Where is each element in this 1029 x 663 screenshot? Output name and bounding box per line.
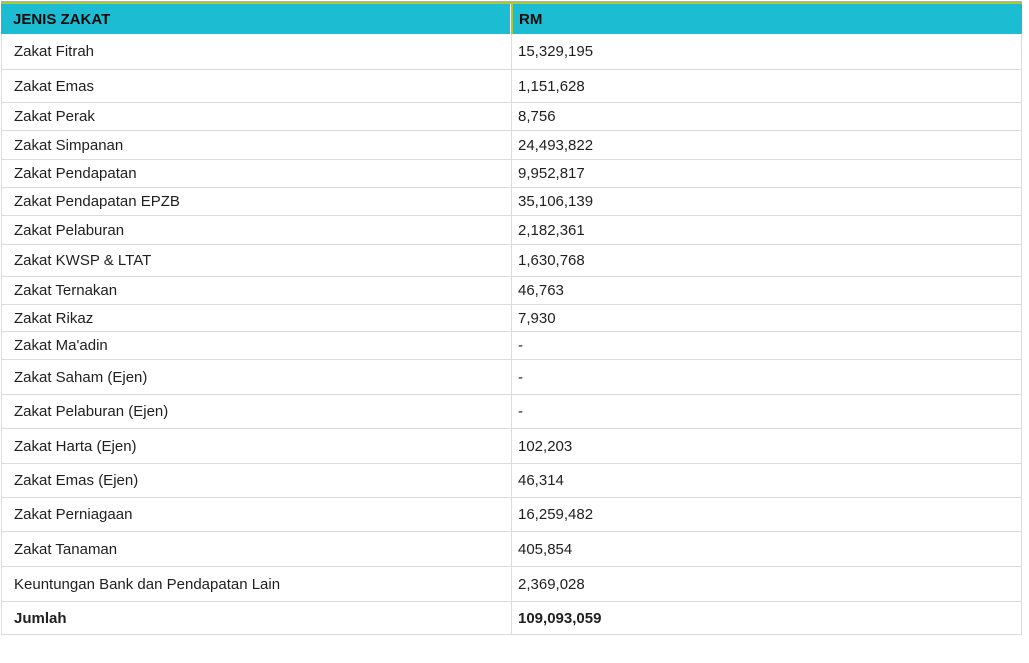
table-row: Zakat Fitrah15,329,195 — [1, 34, 1022, 70]
table-row: Zakat Rikaz7,930 — [1, 305, 1022, 332]
amount-cell: 2,369,028 — [511, 567, 1022, 602]
amount-cell: 7,930 — [511, 305, 1022, 332]
zakat-type-cell: Zakat Ma'adin — [1, 332, 511, 360]
amount-cell: - — [511, 360, 1022, 395]
column-header-jenis-zakat: JENIS ZAKAT — [1, 4, 511, 34]
table-header: JENIS ZAKAT RM — [1, 4, 1022, 34]
table-row: Zakat Emas (Ejen)46,314 — [1, 464, 1022, 498]
zakat-type-cell: Zakat Perak — [1, 103, 511, 131]
zakat-type-cell: Zakat Tanaman — [1, 532, 511, 567]
table-row: Zakat Pelaburan (Ejen)- — [1, 395, 1022, 429]
table-row: Zakat Pendapatan9,952,817 — [1, 160, 1022, 188]
amount-cell: - — [511, 332, 1022, 360]
zakat-type-cell: Zakat Emas — [1, 70, 511, 103]
table-row: Jumlah109,093,059 — [1, 602, 1022, 635]
zakat-type-cell: Zakat Rikaz — [1, 305, 511, 332]
table-row: Zakat Pendapatan EPZB35,106,139 — [1, 188, 1022, 216]
zakat-type-cell: Zakat Emas (Ejen) — [1, 464, 511, 498]
zakat-type-cell: Zakat Fitrah — [1, 34, 511, 70]
zakat-type-cell: Keuntungan Bank dan Pendapatan Lain — [1, 567, 511, 602]
amount-cell: - — [511, 395, 1022, 429]
zakat-type-cell: Zakat KWSP & LTAT — [1, 245, 511, 277]
table-row: Zakat Harta (Ejen)102,203 — [1, 429, 1022, 464]
zakat-table: JENIS ZAKAT RM Zakat Fitrah15,329,195Zak… — [1, 4, 1022, 635]
zakat-type-cell: Zakat Saham (Ejen) — [1, 360, 511, 395]
amount-cell: 1,151,628 — [511, 70, 1022, 103]
column-header-rm: RM — [511, 4, 1022, 34]
amount-cell: 9,952,817 — [511, 160, 1022, 188]
amount-cell: 24,493,822 — [511, 131, 1022, 160]
amount-cell: 102,203 — [511, 429, 1022, 464]
table-row: Zakat Perak8,756 — [1, 103, 1022, 131]
amount-cell: 46,763 — [511, 277, 1022, 305]
amount-cell: 35,106,139 — [511, 188, 1022, 216]
table-row: Zakat KWSP & LTAT1,630,768 — [1, 245, 1022, 277]
zakat-type-cell: Zakat Perniagaan — [1, 498, 511, 532]
table-row: Zakat Ternakan46,763 — [1, 277, 1022, 305]
zakat-type-cell: Zakat Pelaburan (Ejen) — [1, 395, 511, 429]
amount-cell: 405,854 — [511, 532, 1022, 567]
table-row: Zakat Tanaman405,854 — [1, 532, 1022, 567]
amount-cell: 15,329,195 — [511, 34, 1022, 70]
amount-cell: 46,314 — [511, 464, 1022, 498]
zakat-type-cell: Jumlah — [1, 602, 511, 635]
amount-cell: 2,182,361 — [511, 216, 1022, 245]
zakat-type-cell: Zakat Harta (Ejen) — [1, 429, 511, 464]
table-body: Zakat Fitrah15,329,195Zakat Emas1,151,62… — [1, 34, 1022, 635]
amount-cell: 16,259,482 — [511, 498, 1022, 532]
amount-cell: 8,756 — [511, 103, 1022, 131]
table-row: Zakat Pelaburan2,182,361 — [1, 216, 1022, 245]
table-row: Zakat Simpanan24,493,822 — [1, 131, 1022, 160]
table-row: Zakat Emas1,151,628 — [1, 70, 1022, 103]
zakat-type-cell: Zakat Ternakan — [1, 277, 511, 305]
amount-cell: 1,630,768 — [511, 245, 1022, 277]
zakat-type-cell: Zakat Simpanan — [1, 131, 511, 160]
header-row: JENIS ZAKAT RM — [1, 4, 1022, 34]
zakat-type-cell: Zakat Pendapatan — [1, 160, 511, 188]
table-row: Keuntungan Bank dan Pendapatan Lain2,369… — [1, 567, 1022, 602]
zakat-type-cell: Zakat Pendapatan EPZB — [1, 188, 511, 216]
table-row: Zakat Ma'adin- — [1, 332, 1022, 360]
zakat-type-cell: Zakat Pelaburan — [1, 216, 511, 245]
table-row: Zakat Perniagaan16,259,482 — [1, 498, 1022, 532]
table-row: Zakat Saham (Ejen)- — [1, 360, 1022, 395]
amount-cell: 109,093,059 — [511, 602, 1022, 635]
zakat-table-container: JENIS ZAKAT RM Zakat Fitrah15,329,195Zak… — [1, 1, 1023, 635]
